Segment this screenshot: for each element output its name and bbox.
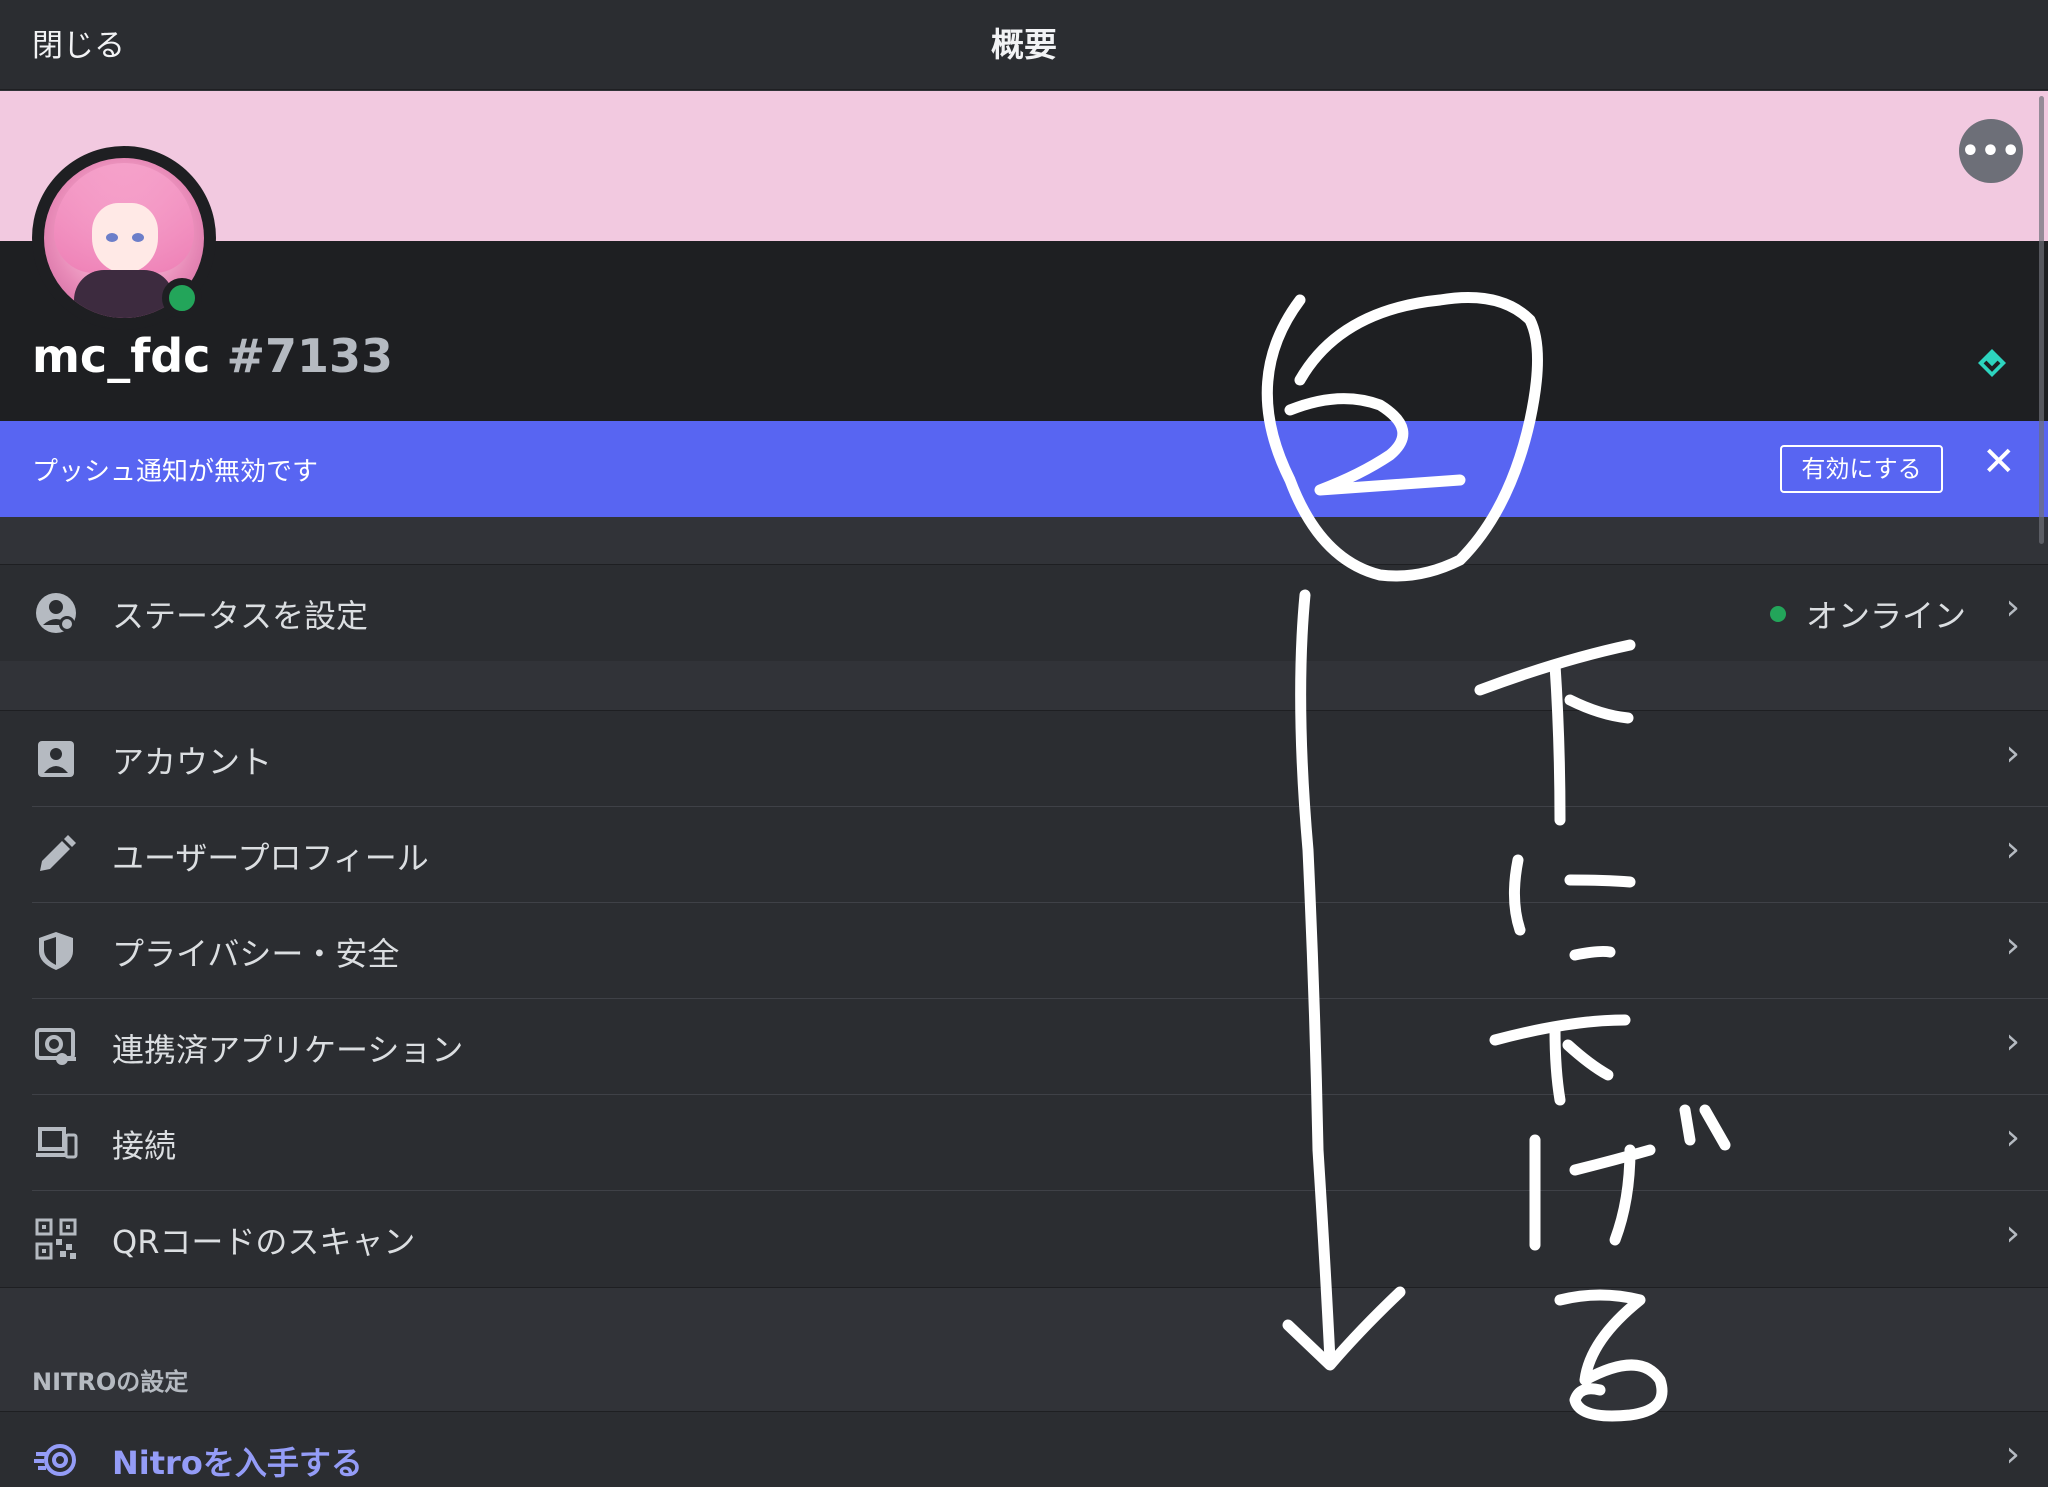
chevron-right-icon: › [2005,925,2020,966]
username: mc_fdc [32,329,211,383]
profile-header: mc_fdc #7133 [0,241,2048,421]
get-nitro-label: Nitroを入手する [112,1444,363,1482]
current-status-label: オンライン [1805,597,1966,635]
scrollbar[interactable] [2039,96,2044,544]
shield-icon [39,932,73,970]
connections-row[interactable]: 接続 › [0,1095,2048,1191]
set-status-label: ステータスを設定 [112,597,369,635]
online-status-indicator [162,278,202,318]
status-icon [36,593,76,633]
enable-notifications-button[interactable]: 有効にする [1780,445,1943,493]
get-nitro-row[interactable]: Nitroを入手する › [0,1412,2048,1487]
settings-page: 閉じる 概要 ••• mc_fdc #7133 プッシュ通知が無効です 有効にす… [0,0,2048,1487]
nitro-settings-header: NITROの設定 [32,1368,189,1396]
chevron-right-icon: › [2005,733,2020,774]
privacy-safety-row[interactable]: プライバシー・安全 › [0,903,2048,999]
chevron-right-icon: › [2005,587,2020,628]
qr-code-icon [35,1218,77,1260]
authorized-apps-label: 連携済アプリケーション [112,1031,464,1069]
current-status: オンライン [1769,591,1966,637]
avatar-frame [32,146,216,330]
chevron-right-icon: › [2005,1117,2020,1158]
chevron-right-icon: › [2005,1021,2020,1062]
devices-icon [36,1127,78,1159]
scan-qr-row[interactable]: QRコードのスキャン › [0,1191,2048,1287]
username-display: mc_fdc #7133 [32,329,393,383]
account-icon [38,741,74,777]
chevron-right-icon: › [2005,1434,2020,1475]
authorized-apps-icon [35,1028,76,1065]
push-notification-notice: プッシュ通知が無効です 有効にする ✕ [0,421,2048,517]
profile-banner: ••• [0,91,2048,241]
pencil-icon [40,835,76,871]
nitro-diamond-icon [1978,349,2006,377]
connections-label: 接続 [112,1127,177,1165]
user-profile-label: ユーザープロフィール [112,839,429,877]
chevron-right-icon: › [2005,829,2020,870]
notice-text: プッシュ通知が無効です [32,457,319,487]
page-title: 概要 [991,25,1057,64]
user-profile-row[interactable]: ユーザープロフィール › [0,807,2048,903]
authorized-apps-row[interactable]: 連携済アプリケーション › [0,999,2048,1095]
top-nav-bar: 閉じる 概要 [0,0,2048,90]
close-icon[interactable]: ✕ [1982,439,2016,485]
account-row[interactable]: アカウント › [0,711,2048,807]
more-horizontal-icon: ••• [1960,133,2022,169]
online-dot [1769,606,1786,622]
account-label: アカウント [112,743,273,781]
discriminator: #7133 [226,329,394,383]
set-status-row[interactable]: ステータスを設定 オンライン › [0,565,2048,661]
privacy-safety-label: プライバシー・安全 [112,935,400,973]
scan-qr-label: QRコードのスキャン [112,1223,416,1261]
more-options-button[interactable]: ••• [1959,119,2023,183]
chevron-right-icon: › [2005,1213,2020,1254]
annotation-arrow-head [1282,1286,1406,1371]
nitro-icon [34,1444,76,1476]
